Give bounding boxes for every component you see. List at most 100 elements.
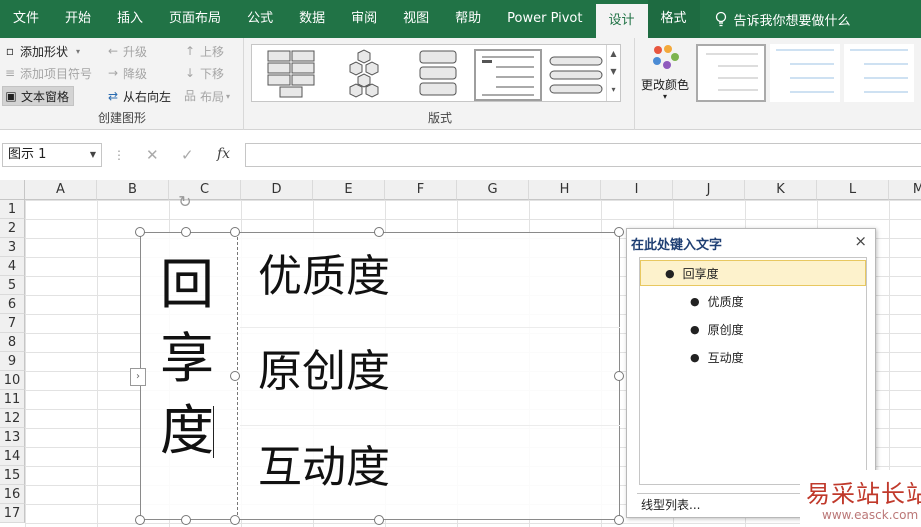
tab-insert[interactable]: 插入 — [104, 0, 156, 38]
shape-handle[interactable] — [230, 227, 240, 237]
promote-button[interactable]: ← 升级 — [105, 41, 147, 61]
tab-home[interactable]: 开始 — [52, 0, 104, 38]
row-header[interactable]: 13 — [0, 428, 25, 447]
list-item[interactable]: ● 原创度 — [690, 318, 744, 340]
text-pane-list[interactable]: ● 回享度 ● 优质度 ● 原创度 ● 互动度 — [639, 257, 867, 485]
column-header[interactable]: I — [601, 180, 673, 200]
layout-thumb-hierarchy[interactable] — [258, 49, 326, 101]
column-header[interactable]: M — [889, 180, 921, 200]
formula-input[interactable] — [245, 143, 921, 167]
column-header[interactable]: D — [241, 180, 313, 200]
text-pane-button[interactable]: ▣ 文本窗格 — [2, 86, 75, 106]
move-down-button[interactable]: ↓ 下移 — [182, 63, 224, 83]
main-shape-char[interactable]: 享 — [160, 332, 214, 386]
name-box[interactable]: 图示 1 ▼ — [2, 143, 102, 167]
column-header[interactable]: G — [457, 180, 529, 200]
resize-handle[interactable] — [614, 227, 624, 237]
tab-review[interactable]: 审阅 — [338, 0, 390, 38]
row-header[interactable]: 7 — [0, 314, 25, 333]
group-layouts: ▲ ▼ ▾ 版式 — [245, 38, 635, 130]
resize-handle[interactable] — [135, 227, 145, 237]
style-thumb-3[interactable] — [844, 44, 914, 102]
insert-function-icon[interactable]: fx — [217, 146, 230, 162]
resize-handle[interactable] — [374, 515, 384, 525]
tab-power-pivot[interactable]: Power Pivot — [494, 0, 595, 38]
row-header[interactable]: 9 — [0, 352, 25, 371]
tab-file[interactable]: 文件 — [0, 0, 52, 38]
sub-item-shape[interactable]: 原创度 — [258, 350, 390, 394]
tab-format[interactable]: 格式 — [647, 0, 700, 38]
list-item[interactable]: ● 回享度 — [640, 260, 866, 286]
layout-thumb-list[interactable] — [544, 49, 612, 101]
create-graphic-group-label: 创建图形 — [97, 111, 146, 125]
cancel-icon[interactable]: ✕ — [146, 146, 159, 164]
layout-thumb-lined-list[interactable] — [474, 49, 542, 101]
row-header[interactable]: 3 — [0, 238, 25, 257]
resize-handle[interactable] — [614, 371, 624, 381]
add-shape-button[interactable]: ▫ 添加形状 ▾ — [2, 41, 80, 61]
tell-me-box[interactable]: 告诉我你想要做什么 — [714, 10, 851, 29]
enter-icon[interactable]: ✓ — [181, 146, 194, 164]
sub-item-shape[interactable]: 优质度 — [258, 255, 390, 299]
row-header[interactable]: 4 — [0, 257, 25, 276]
resize-handle[interactable] — [374, 227, 384, 237]
tab-view[interactable]: 视图 — [390, 0, 442, 38]
layout-thumb-grouped-blocks[interactable] — [406, 49, 474, 101]
list-item[interactable]: ● 优质度 — [690, 290, 744, 312]
move-up-button[interactable]: ↑ 上移 — [182, 41, 224, 61]
gallery-more-icon[interactable]: ▾ — [607, 81, 620, 99]
change-colors-button[interactable]: 更改颜色 ▾ — [636, 38, 696, 130]
column-header[interactable]: J — [673, 180, 745, 200]
list-item[interactable]: ● 互动度 — [690, 346, 744, 368]
style-thumb-2[interactable] — [770, 44, 840, 102]
row-header[interactable]: 17 — [0, 504, 25, 523]
expand-text-pane-icon[interactable]: › — [130, 368, 146, 386]
layout-thumb-hexagon[interactable] — [332, 49, 400, 101]
shape-handle[interactable] — [230, 371, 240, 381]
style-thumb-1[interactable] — [696, 44, 766, 102]
column-header[interactable]: E — [313, 180, 385, 200]
tab-help[interactable]: 帮助 — [442, 0, 494, 38]
column-header[interactable]: F — [385, 180, 457, 200]
tab-design[interactable]: 设计 — [595, 4, 648, 38]
layout-button[interactable]: 品 布局 ▾ — [182, 86, 230, 106]
resize-handle[interactable] — [614, 515, 624, 525]
demote-button[interactable]: → 降级 — [105, 63, 147, 83]
tab-data[interactable]: 数据 — [286, 0, 338, 38]
column-header[interactable]: K — [745, 180, 817, 200]
main-shape-char[interactable]: 回 — [160, 258, 214, 312]
column-header[interactable]: H — [529, 180, 601, 200]
layout-name-link[interactable]: 线型列表... — [637, 493, 817, 515]
row-header[interactable]: 11 — [0, 390, 25, 409]
rotate-handle-icon[interactable]: ↻ — [176, 193, 194, 211]
select-all-corner[interactable] — [0, 180, 25, 200]
right-to-left-button[interactable]: ⇄ 从右向左 — [105, 86, 171, 106]
row-header[interactable]: 1 — [0, 200, 25, 219]
add-bullet-button[interactable]: ≡ 添加项目符号 — [2, 63, 92, 83]
row-header[interactable]: 15 — [0, 466, 25, 485]
column-header[interactable]: B — [97, 180, 169, 200]
sub-item-shape[interactable]: 互动度 — [258, 446, 390, 490]
row-header[interactable]: 2 — [0, 219, 25, 238]
column-header[interactable]: L — [817, 180, 889, 200]
row-header[interactable]: 12 — [0, 409, 25, 428]
resize-handle[interactable] — [135, 515, 145, 525]
row-header[interactable]: 16 — [0, 485, 25, 504]
tab-formulas[interactable]: 公式 — [234, 0, 286, 38]
shape-handle[interactable] — [181, 515, 191, 525]
gallery-up-icon[interactable]: ▲ — [607, 45, 620, 63]
gallery-down-icon[interactable]: ▼ — [607, 63, 620, 81]
close-icon[interactable]: × — [854, 232, 867, 250]
row-header[interactable]: 6 — [0, 295, 25, 314]
row-header[interactable]: 8 — [0, 333, 25, 352]
shape-handle[interactable] — [230, 515, 240, 525]
column-header[interactable]: A — [25, 180, 97, 200]
main-shape-char[interactable]: 度 — [160, 404, 214, 458]
row-header[interactable]: 14 — [0, 447, 25, 466]
chevron-down-icon[interactable]: ▼ — [90, 144, 96, 166]
row-header[interactable]: 10 — [0, 371, 25, 390]
tab-page-layout[interactable]: 页面布局 — [156, 0, 234, 38]
row-header[interactable]: 5 — [0, 276, 25, 295]
gallery-scrollbar[interactable]: ▲ ▼ ▾ — [606, 45, 620, 101]
shape-handle[interactable] — [181, 227, 191, 237]
